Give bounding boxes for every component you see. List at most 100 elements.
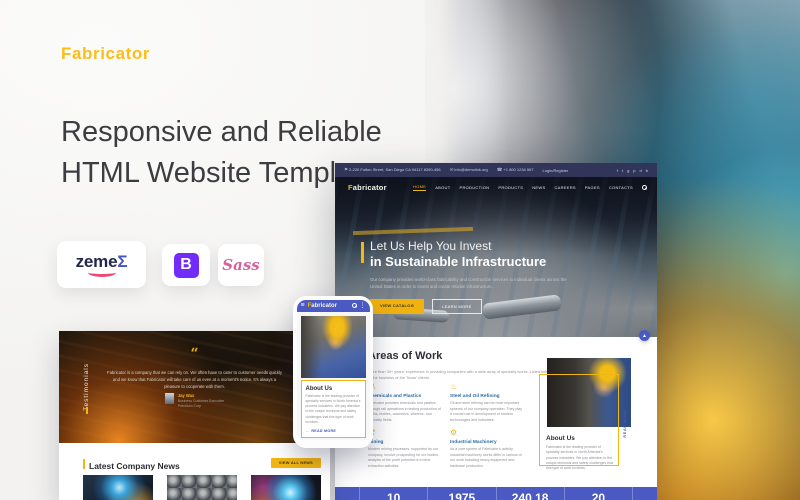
headline-line-1: Responsive and Reliable: [61, 112, 382, 153]
author-meta: Jay Wax Business Customer Executive Petr…: [178, 393, 225, 410]
area-text: Modern mining processes, supported by ou…: [368, 447, 442, 469]
stat-counter: 1975: [427, 487, 495, 500]
desktop-hero-section: Fabricator HOME ABOUT PRODUCTION PRODUCT…: [335, 177, 657, 337]
testimonials-section: Testimonials “ Fabricator is a company t…: [59, 331, 330, 443]
sass-icon: Sass: [222, 256, 259, 274]
latest-news-section: Latest Company News VIEW ALL NEWS: [59, 443, 330, 500]
secondary-site-screenshot: Testimonials “ Fabricator is a company t…: [59, 331, 330, 500]
stats-bar: 10 1975 240 18 20: [335, 487, 657, 500]
author-name: Jay Wax: [178, 393, 225, 398]
arrow-icon: →: [306, 429, 310, 433]
nav-item-pages[interactable]: PAGES: [585, 185, 600, 190]
area-item-machinery: ⚙ Industrial Machinery As a core sphere …: [450, 429, 524, 469]
mobile-header: ≡ Fabricator ⋮: [297, 300, 370, 312]
news-title: Latest Company News: [89, 461, 180, 471]
area-link[interactable]: Steel and Oil Refining: [450, 394, 524, 399]
about-card-body: About Us Fabricator is the leading provi…: [546, 435, 613, 471]
news-thumbnails: [83, 475, 321, 500]
news-thumb-welding[interactable]: [251, 475, 321, 500]
about-card: About Us Fabricator is the leading provi…: [539, 374, 619, 466]
nav-item-home[interactable]: HOME: [413, 184, 426, 191]
area-link[interactable]: Industrial Machinery: [450, 440, 524, 445]
zemez-badge: zemeΣ: [57, 241, 146, 288]
kebab-menu-icon[interactable]: ⋮: [360, 303, 366, 309]
desktop-navbar: Fabricator HOME ABOUT PRODUCTION PRODUCT…: [348, 183, 647, 192]
stat-counter: 10: [359, 487, 427, 500]
desktop-nav-menu: HOME ABOUT PRODUCTION PRODUCTS NEWS CARE…: [413, 184, 647, 191]
stat-counter: 20: [564, 487, 632, 500]
dribbble-icon[interactable]: d: [640, 168, 642, 173]
zemez-smile-icon: [88, 268, 116, 277]
template-promo-canvas: Fabricator Responsive and Reliable HTML …: [0, 0, 800, 500]
testimonial-quote: Fabricator is a company that we can rely…: [106, 369, 284, 390]
nav-item-production[interactable]: PRODUCTION: [459, 185, 489, 190]
areas-of-work-section: ▲ Areas of Work More than 30+ years' exp…: [335, 337, 657, 487]
area-item-chemicals: ⚗ Chemicals and Plastics Fabricator prov…: [368, 383, 442, 423]
refinery-icon: ♨: [450, 383, 524, 391]
mobile-site-logo[interactable]: Fabricator: [308, 303, 337, 309]
stat-counter: 240 18: [496, 487, 564, 500]
twitter-icon[interactable]: t: [622, 168, 623, 173]
topbar-phone-link[interactable]: ☎+1 800 1234 567: [497, 167, 534, 173]
sass-badge: Sass: [218, 244, 264, 286]
quote-icon: “: [59, 347, 330, 361]
view-all-news-button[interactable]: VIEW ALL NEWS: [271, 458, 321, 468]
topbar-social-icons: f t g p d b: [617, 168, 648, 173]
nav-item-careers[interactable]: CAREERS: [554, 185, 575, 190]
news-thumb-plasma-cutting[interactable]: [83, 475, 153, 500]
mobile-about-text: Fabricator is the leading provider of sp…: [306, 394, 361, 426]
nav-item-news[interactable]: NEWS: [532, 185, 545, 190]
desktop-site-logo[interactable]: Fabricator: [348, 183, 387, 192]
hero-content: Let Us Help You Invest in Sustainable In…: [361, 239, 575, 314]
read-more-vertical-link[interactable]: READ MORE: [623, 409, 627, 438]
desktop-site-mockup: ⚑2-220 Fulton Street, San Diego CA 94117…: [335, 163, 657, 500]
learn-more-button[interactable]: LEARN MORE: [432, 299, 481, 314]
nav-item-about[interactable]: ABOUT: [435, 185, 450, 190]
promo-headline: Responsive and Reliable HTML Website Tem…: [61, 112, 382, 194]
hero-buttons: VIEW CATALOG LEARN MORE: [370, 299, 575, 314]
mobile-about-title: About Us: [306, 386, 361, 392]
mail-icon: ✉: [450, 167, 454, 172]
topbar-login-link[interactable]: Login/Register: [543, 168, 569, 173]
areas-title: Areas of Work: [368, 350, 442, 362]
mining-icon: ⚒: [368, 429, 442, 437]
headline-line-2: HTML Website Template: [61, 153, 382, 194]
area-link[interactable]: Chemicals and Plastics: [368, 394, 442, 399]
google-icon[interactable]: g: [627, 168, 629, 173]
mobile-about-card: About Us Fabricator is the leading provi…: [301, 380, 366, 439]
nav-item-products[interactable]: PRODUCTS: [498, 185, 523, 190]
search-icon[interactable]: [352, 303, 357, 308]
news-accent-bar: [83, 459, 85, 469]
stats-spacer: [335, 487, 359, 500]
scroll-top-button[interactable]: ▲: [639, 330, 650, 341]
behance-icon[interactable]: b: [646, 168, 648, 173]
area-text: As a core sphere of Fabricator's activit…: [450, 447, 524, 469]
area-link[interactable]: Mining: [368, 440, 442, 445]
topbar-address: ⚑2-220 Fulton Street, San Diego CA 94117…: [344, 167, 441, 173]
mobile-worker-photo: [301, 316, 366, 378]
search-icon[interactable]: [642, 185, 647, 190]
author-role: Business Customer Executive Petrolium Co…: [178, 399, 225, 410]
chemicals-icon: ⚗: [368, 383, 442, 391]
stats-spacer: [632, 487, 657, 500]
view-catalog-button[interactable]: VIEW CATALOG: [370, 299, 424, 314]
area-item-mining: ⚒ Mining Modern mining processes, suppor…: [368, 429, 442, 469]
about-title: About Us: [546, 435, 613, 442]
phone-screen: ≡ Fabricator ⋮ About Us Fabricator is th…: [297, 300, 370, 441]
location-icon: ⚑: [344, 167, 348, 172]
hamburger-menu-icon[interactable]: ≡: [301, 302, 305, 309]
phone-icon: ☎: [497, 167, 503, 172]
nav-item-contacts[interactable]: CONTACTS: [609, 185, 633, 190]
topbar-email-link[interactable]: ✉info@demolink.org: [450, 167, 488, 173]
zemez-logo: zemeΣ: [76, 253, 128, 270]
phone-mockup: ≡ Fabricator ⋮ About Us Fabricator is th…: [293, 296, 373, 448]
bootstrap-icon: B: [174, 253, 199, 278]
facebook-icon[interactable]: f: [617, 168, 618, 173]
brand-logo: Fabricator: [61, 44, 150, 64]
about-text: Fabricator is the leading provider of sp…: [546, 445, 613, 471]
mobile-read-more-link[interactable]: →READ MORE: [306, 429, 361, 433]
news-thumb-metal-spheres[interactable]: [167, 475, 237, 500]
pinterest-icon[interactable]: p: [633, 168, 635, 173]
hero-title-line-1: Let Us Help You Invest: [370, 239, 575, 253]
hero-title-line-2: in Sustainable Infrastructure: [370, 254, 575, 269]
